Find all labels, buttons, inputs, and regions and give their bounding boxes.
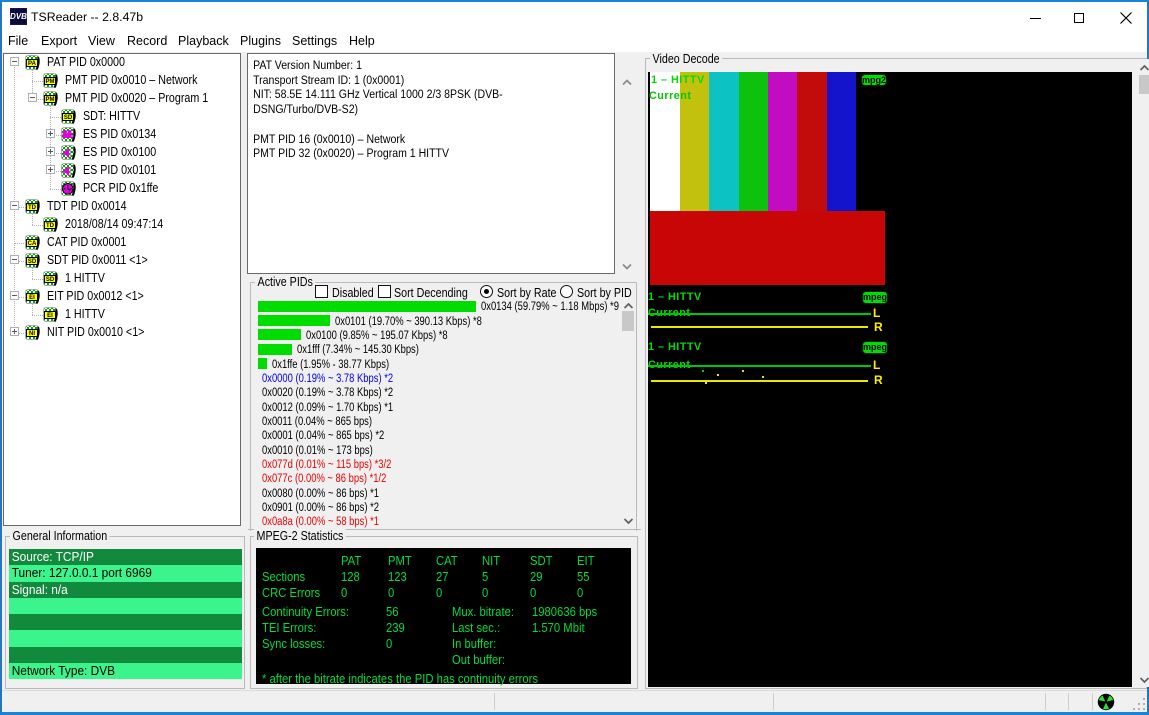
svg-text:TD: TD (46, 223, 55, 229)
svg-text:PM: PM (46, 97, 55, 103)
svg-text:SD: SD (64, 115, 73, 121)
svg-text:EI: EI (47, 313, 53, 319)
svg-text:CA: CA (28, 241, 37, 247)
svg-text:PM: PM (46, 79, 55, 85)
svg-text:NI: NI (29, 331, 35, 337)
svg-text:DVB: DVB (10, 12, 27, 21)
svg-text:SD: SD (28, 259, 37, 265)
svg-text:EI: EI (29, 295, 35, 301)
svg-text:PA: PA (28, 61, 37, 67)
svg-text:TD: TD (28, 205, 37, 211)
svg-text:SD: SD (46, 277, 55, 283)
